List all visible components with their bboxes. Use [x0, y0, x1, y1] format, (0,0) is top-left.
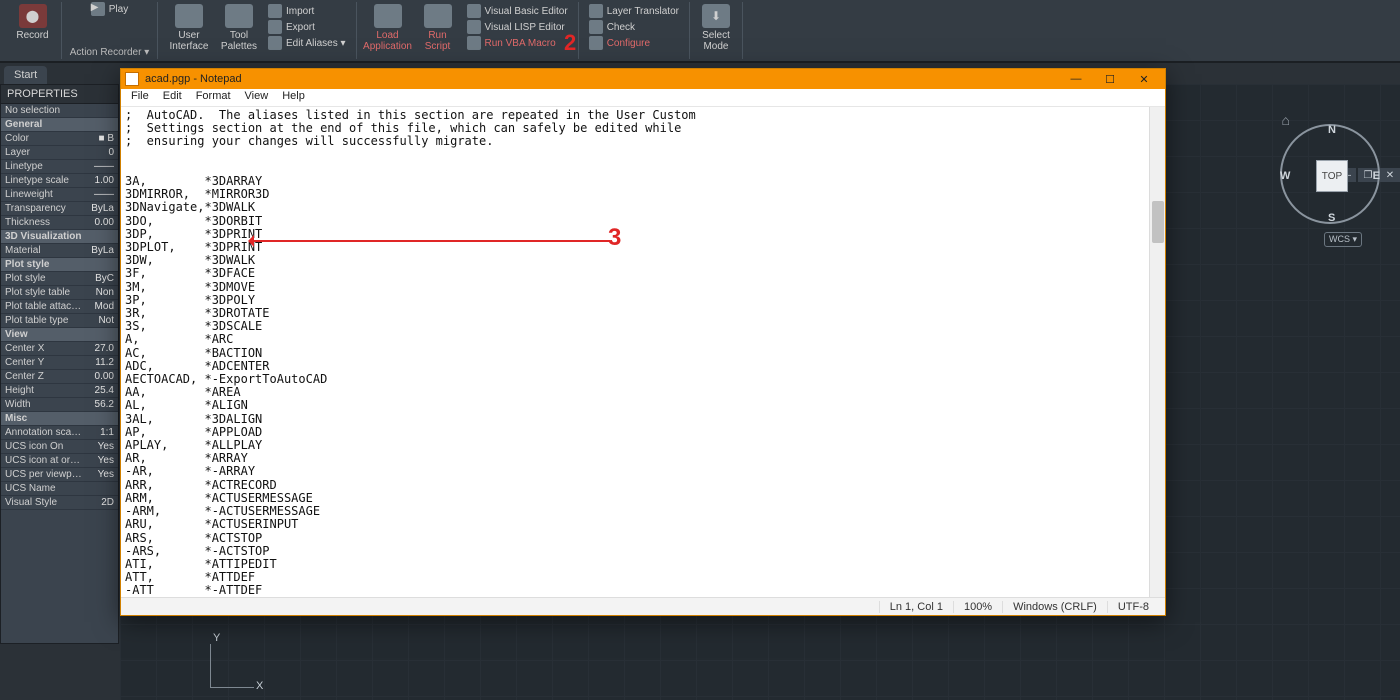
no-selection-row: No selection — [1, 104, 118, 118]
layer-translator-button[interactable]: Layer Translator — [589, 4, 679, 18]
status-zoom: 100% — [953, 601, 1002, 613]
vle-button[interactable]: Visual LISP Editor — [467, 20, 568, 34]
notepad-titlebar[interactable]: acad.pgp - Notepad ― ☐ ✕ — [121, 69, 1165, 89]
import-icon — [268, 4, 282, 18]
annotation-3: 3 — [608, 224, 621, 252]
prop-row[interactable]: Linetype—— — [1, 160, 118, 174]
prop-section-header[interactable]: Misc — [1, 412, 118, 426]
scrollbar-thumb[interactable] — [1152, 201, 1164, 243]
viewcube-west[interactable]: W — [1280, 170, 1290, 182]
vle-icon — [467, 20, 481, 34]
notepad-scrollbar[interactable] — [1149, 107, 1165, 597]
notepad-close-button[interactable]: ✕ — [1127, 69, 1161, 89]
prop-row[interactable]: Height25.4 — [1, 384, 118, 398]
menu-edit[interactable]: Edit — [157, 89, 188, 106]
viewcube-south[interactable]: S — [1328, 212, 1335, 224]
load-app-icon — [374, 4, 402, 28]
menu-format[interactable]: Format — [190, 89, 237, 106]
viewcube[interactable]: TOP N S E W — [1280, 124, 1380, 224]
notepad-title: acad.pgp - Notepad — [145, 73, 242, 85]
check-button[interactable]: Check — [589, 20, 679, 34]
tool-palettes-button[interactable]: Tool Palettes — [214, 2, 264, 52]
drawing-close-button[interactable]: ✕ — [1380, 168, 1400, 182]
play-icon: ▶ — [91, 2, 105, 16]
status-encoding: UTF-8 — [1107, 601, 1159, 613]
notepad-window: acad.pgp - Notepad ― ☐ ✕ File Edit Forma… — [120, 68, 1166, 616]
layer-translator-icon — [589, 4, 603, 18]
notepad-minimize-button[interactable]: ― — [1059, 69, 1093, 89]
prop-row[interactable]: Lineweight—— — [1, 188, 118, 202]
prop-row[interactable]: Annotation sca…1:1 — [1, 426, 118, 440]
properties-title: PROPERTIES — [1, 85, 118, 104]
prop-row[interactable]: Layer0 — [1, 146, 118, 160]
prop-row[interactable]: UCS Name — [1, 482, 118, 496]
status-cursor-pos: Ln 1, Col 1 — [879, 601, 953, 613]
cursor-icon: ⬇ — [702, 4, 730, 28]
viewcube-east[interactable]: E — [1373, 170, 1380, 182]
prop-row[interactable]: Thickness0.00 — [1, 216, 118, 230]
load-application-button[interactable]: Load Application — [363, 2, 413, 52]
properties-panel: PROPERTIES No selection GeneralColor■ BL… — [0, 84, 119, 644]
viewcube-ring[interactable]: TOP N S E W — [1280, 124, 1380, 224]
prop-section-header[interactable]: General — [1, 118, 118, 132]
check-icon — [589, 20, 603, 34]
vba-icon — [467, 36, 481, 50]
vbe-button[interactable]: Visual Basic Editor — [467, 4, 568, 18]
configure-button[interactable]: Configure — [589, 36, 679, 50]
notepad-menubar: File Edit Format View Help — [121, 89, 1165, 107]
prop-row[interactable]: Linetype scale1.00 — [1, 174, 118, 188]
prop-row[interactable]: Visual Style2D — [1, 496, 118, 510]
prop-row[interactable]: Plot style tableNon — [1, 286, 118, 300]
prop-row[interactable]: Center Z0.00 — [1, 370, 118, 384]
wcs-badge[interactable]: WCS ▾ — [1324, 232, 1362, 247]
notepad-content[interactable]: ; AutoCAD. The aliases listed in this se… — [121, 107, 1165, 597]
notepad-statusbar: Ln 1, Col 1 100% Windows (CRLF) UTF-8 — [121, 597, 1165, 615]
menu-file[interactable]: File — [125, 89, 155, 106]
notepad-app-icon — [125, 72, 139, 86]
user-interface-button[interactable]: User Interface — [164, 2, 214, 52]
run-script-button[interactable]: Run Script — [413, 2, 463, 52]
export-icon — [268, 20, 282, 34]
palettes-icon — [225, 4, 253, 28]
viewcube-north[interactable]: N — [1328, 124, 1336, 136]
prop-row[interactable]: Plot table typeNot — [1, 314, 118, 328]
record-button[interactable]: ⬤ Record — [8, 2, 58, 41]
prop-row[interactable]: MaterialByLa — [1, 244, 118, 258]
menu-help[interactable]: Help — [276, 89, 311, 106]
select-mode-button[interactable]: ⬇Select Mode — [696, 2, 736, 52]
import-button[interactable]: Import — [268, 4, 346, 18]
prop-row[interactable]: Center X27.0 — [1, 342, 118, 356]
play-button[interactable]: ▶Play — [91, 2, 128, 16]
edit-aliases-button[interactable]: Edit Aliases ▾ — [268, 36, 346, 50]
prop-section-header[interactable]: View — [1, 328, 118, 342]
vbe-icon — [467, 4, 481, 18]
ui-icon — [175, 4, 203, 28]
prop-section-header[interactable]: 3D Visualization — [1, 230, 118, 244]
prop-row[interactable]: UCS per viewp…Yes — [1, 468, 118, 482]
action-recorder-footer[interactable]: Action Recorder ▾ — [70, 47, 150, 59]
prop-section-header[interactable]: Plot style — [1, 258, 118, 272]
vba-macro-button[interactable]: Run VBA Macro — [467, 36, 568, 50]
menu-view[interactable]: View — [239, 89, 275, 106]
aliases-icon — [268, 36, 282, 50]
ribbon: ⬤ Record ▶Play Action Recorder ▾ User In… — [0, 0, 1400, 62]
record-icon: ⬤ — [19, 4, 47, 28]
notepad-maximize-button[interactable]: ☐ — [1093, 69, 1127, 89]
run-script-icon — [424, 4, 452, 28]
prop-row[interactable]: Plot styleByC — [1, 272, 118, 286]
notepad-text-area[interactable]: ; AutoCAD. The aliases listed in this se… — [121, 107, 1165, 597]
annotation-arrow-3 — [250, 240, 610, 242]
viewcube-top-face[interactable]: TOP — [1316, 160, 1348, 192]
tab-start[interactable]: Start — [4, 66, 47, 84]
status-eol: Windows (CRLF) — [1002, 601, 1107, 613]
prop-row[interactable]: Width56.2 — [1, 398, 118, 412]
configure-icon — [589, 36, 603, 50]
prop-row[interactable]: Plot table attac…Mod — [1, 300, 118, 314]
prop-row[interactable]: UCS icon at ori…Yes — [1, 454, 118, 468]
export-button[interactable]: Export — [268, 20, 346, 34]
prop-row[interactable]: UCS icon OnYes — [1, 440, 118, 454]
prop-row[interactable]: Center Y11.2 — [1, 356, 118, 370]
prop-row[interactable]: TransparencyByLa — [1, 202, 118, 216]
prop-row[interactable]: Color■ B — [1, 132, 118, 146]
